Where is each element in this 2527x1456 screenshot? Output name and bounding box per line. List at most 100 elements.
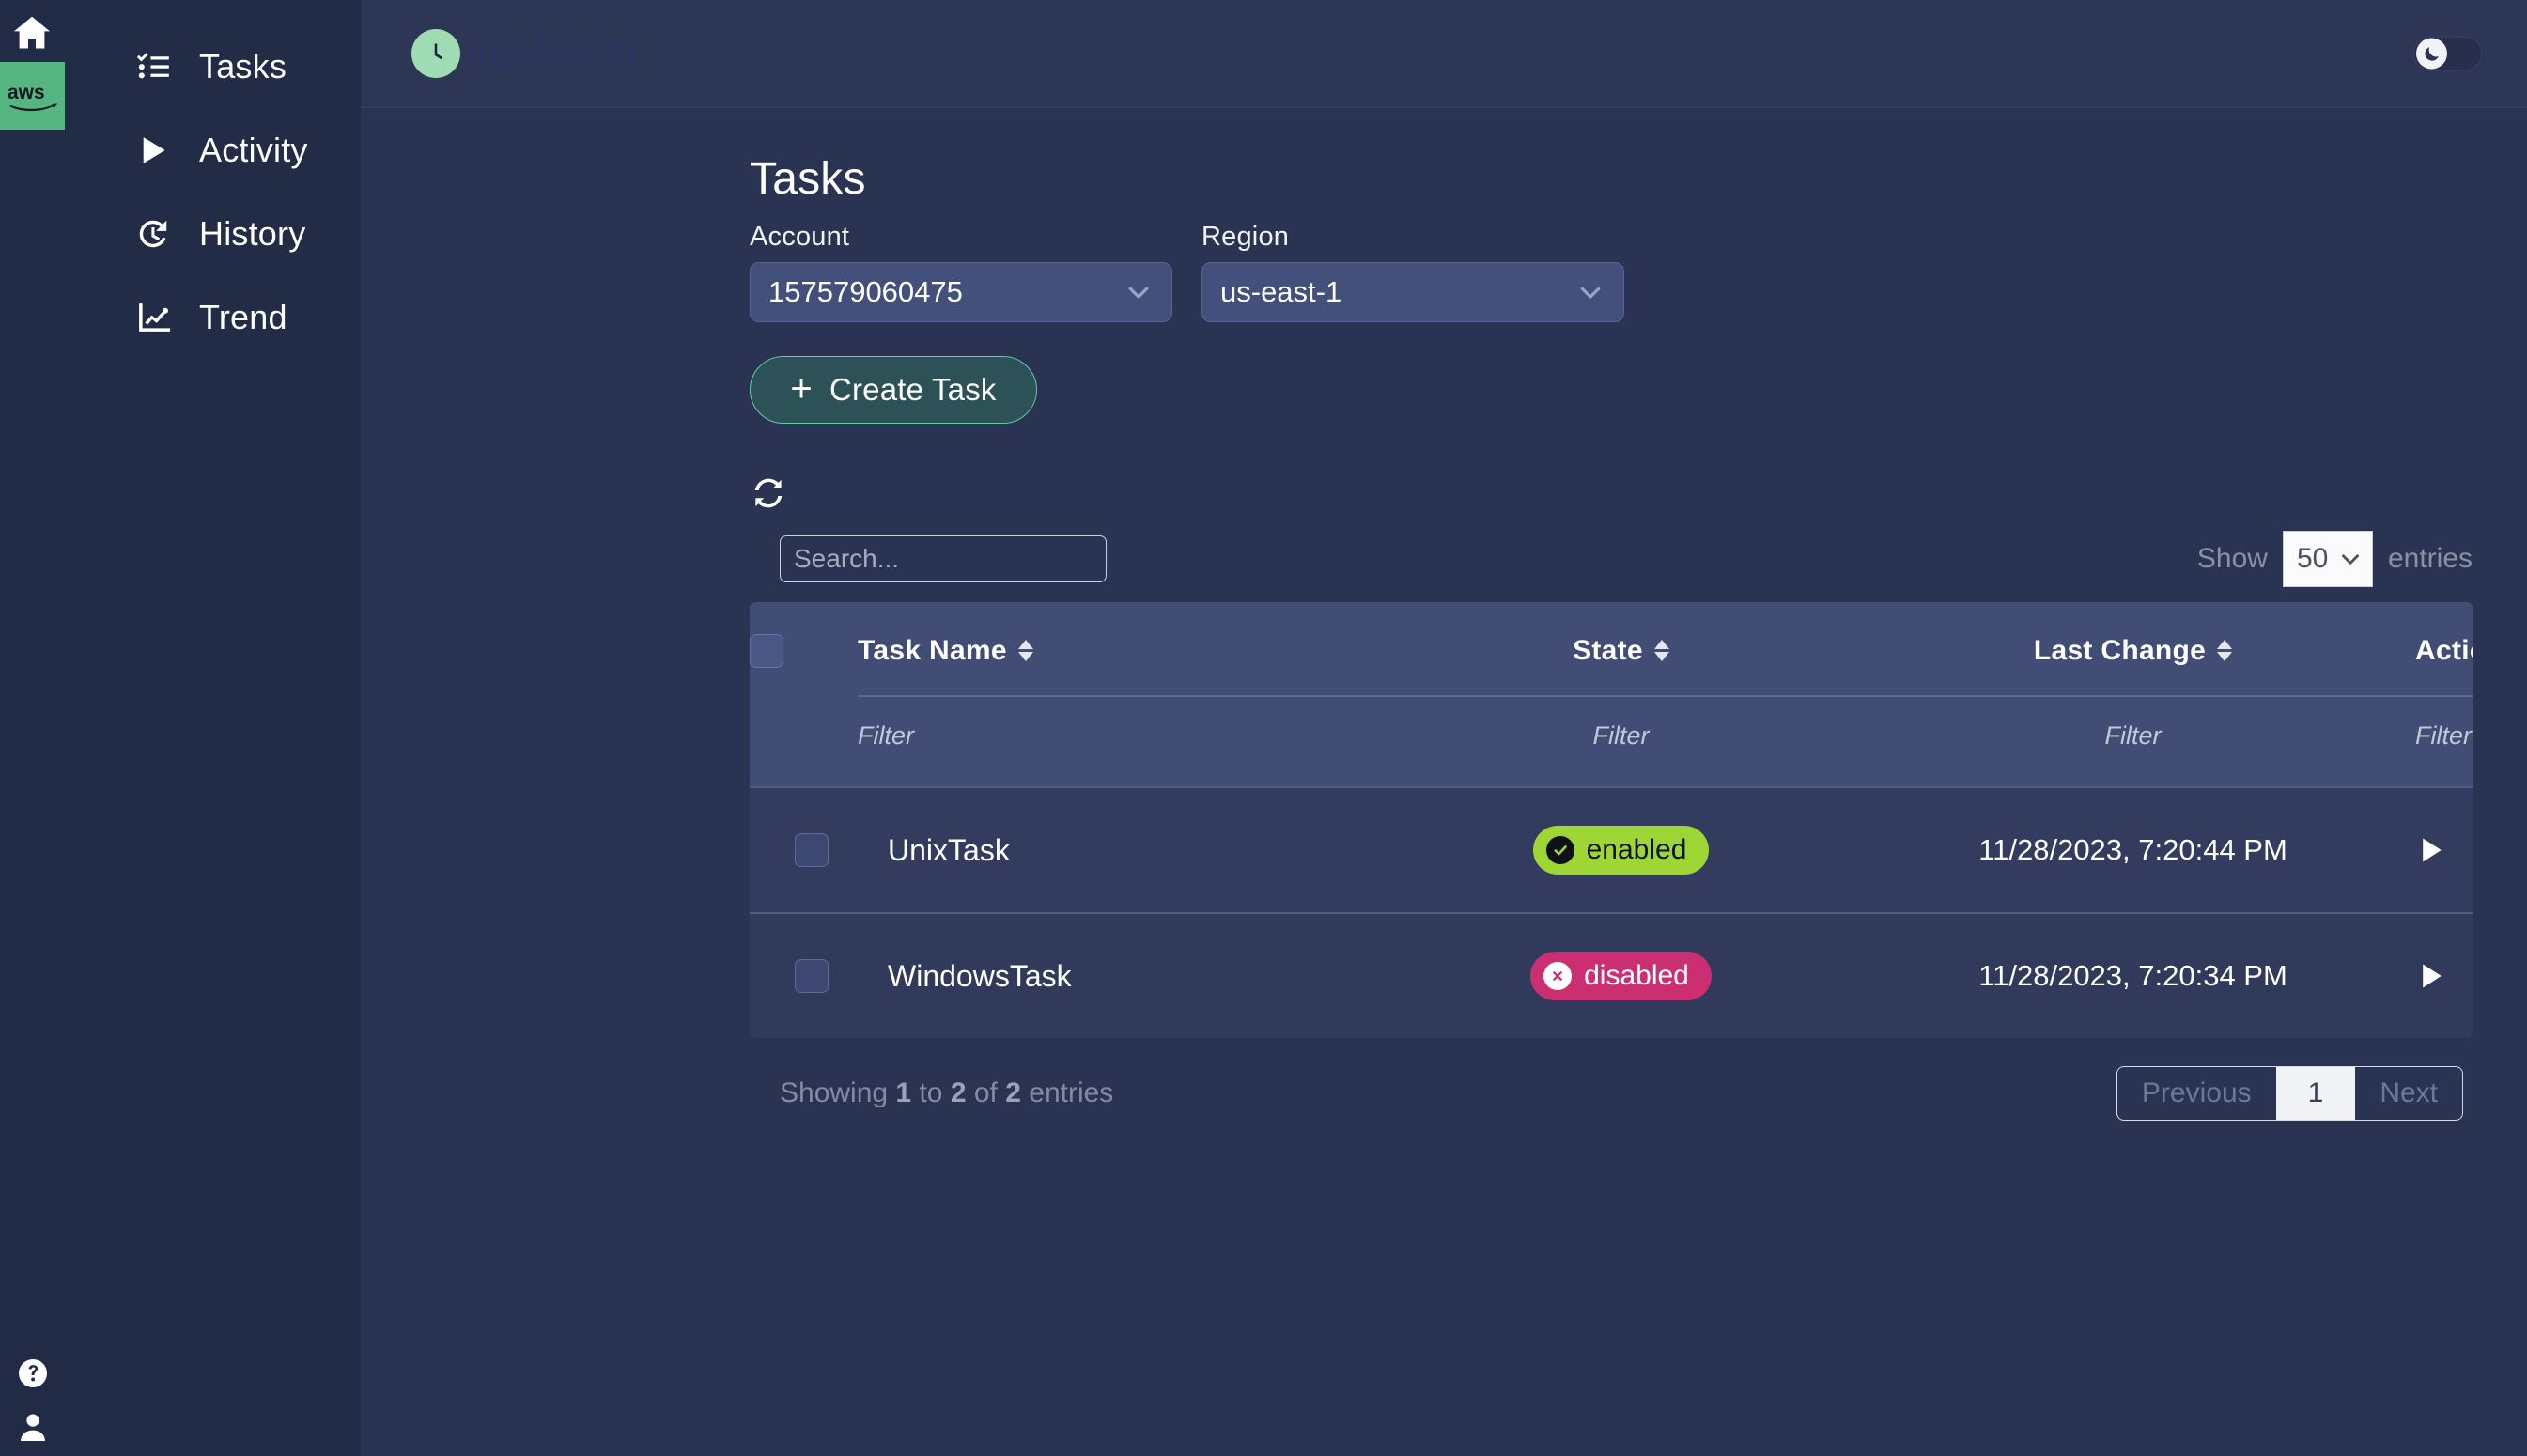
svg-text:aws: aws bbox=[8, 82, 45, 103]
region-selector-group: Region us-east-1 bbox=[1201, 222, 1624, 322]
create-task-label: Create Task bbox=[829, 372, 997, 408]
plus-icon: + bbox=[790, 370, 813, 408]
chevron-down-icon bbox=[1124, 278, 1153, 306]
entries-select-value: 50 bbox=[2297, 543, 2328, 575]
app-root: aws bbox=[0, 0, 2527, 1456]
pagination-page-1[interactable]: 1 bbox=[2276, 1067, 2356, 1120]
row-state-cell: disabled bbox=[1365, 913, 1877, 1038]
row-last-change-cell: 11/28/2023, 7:20:44 PM bbox=[1877, 787, 2389, 913]
sidebar-item-tasks[interactable]: Tasks bbox=[65, 24, 361, 108]
chevron-down-icon bbox=[1576, 278, 1605, 306]
x-circle-icon bbox=[1543, 962, 1572, 990]
entries-per-page-select[interactable]: 50 bbox=[2283, 531, 2373, 587]
row-select-cell bbox=[750, 913, 858, 1038]
filter-cell-state[interactable]: Filter bbox=[1365, 696, 1877, 787]
play-icon bbox=[133, 131, 173, 170]
column-header-state[interactable]: State bbox=[1365, 602, 1877, 696]
showing-prefix: Showing bbox=[780, 1077, 888, 1108]
rail-bottom-group bbox=[0, 1356, 65, 1448]
task-name: UnixTask bbox=[888, 833, 1010, 867]
region-select[interactable]: us-east-1 bbox=[1201, 262, 1624, 322]
filter-placeholder: Filter bbox=[858, 721, 914, 750]
column-header-actions[interactable]: Actions bbox=[2389, 602, 2473, 696]
table-row[interactable]: WindowsTask bbox=[750, 913, 2473, 1038]
home-icon[interactable] bbox=[4, 4, 60, 62]
table-head: Task Name State bbox=[750, 602, 2473, 787]
row-actions-cell bbox=[2389, 787, 2473, 913]
row-actions-cell bbox=[2389, 913, 2473, 1038]
row-task-name-cell: UnixTask bbox=[858, 787, 1365, 913]
row-checkbox[interactable] bbox=[795, 959, 829, 993]
row-task-name-cell: WindowsTask bbox=[858, 913, 1365, 1038]
column-label: State bbox=[1573, 635, 1643, 667]
status-badge-label: enabled bbox=[1587, 834, 1687, 866]
showing-from: 1 bbox=[895, 1077, 911, 1108]
sort-arrows-icon bbox=[1018, 640, 1033, 661]
user-icon[interactable] bbox=[16, 1410, 50, 1448]
filter-placeholder: Filter bbox=[1593, 721, 1650, 750]
table-footer: Showing 1 to 2 of 2 entries Previous 1 N… bbox=[750, 1038, 2473, 1121]
sidebar-nav: Tasks Activity History bbox=[65, 0, 361, 1456]
table-row[interactable]: UnixTask enabled bbox=[750, 787, 2473, 913]
region-select-value: us-east-1 bbox=[1220, 275, 1576, 309]
sidebar-item-trend[interactable]: Trend bbox=[65, 275, 361, 359]
history-clock-icon bbox=[133, 214, 173, 254]
selectors: Account 157579060475 Region u bbox=[750, 222, 2473, 322]
column-label: Actions bbox=[2415, 635, 2473, 667]
run-icon[interactable] bbox=[2415, 954, 2447, 998]
column-label: Last Change bbox=[2034, 635, 2206, 667]
showing-mid: to bbox=[919, 1077, 942, 1108]
row-select-cell bbox=[750, 787, 858, 913]
help-circle-icon[interactable] bbox=[16, 1356, 50, 1395]
sidebar-item-label: History bbox=[199, 214, 305, 254]
checklist-icon bbox=[133, 47, 173, 86]
sidebar-item-activity[interactable]: Activity bbox=[65, 108, 361, 192]
column-label: Task Name bbox=[858, 635, 1007, 667]
region-label: Region bbox=[1201, 222, 1624, 253]
sidebar-item-label: Activity bbox=[199, 131, 308, 170]
showing-suffix: entries bbox=[1029, 1077, 1113, 1108]
showing-of: of bbox=[974, 1077, 998, 1108]
content: Tasks Account 157579060475 bbox=[361, 108, 2527, 1456]
table-tools: Show 50 entries bbox=[750, 531, 2473, 587]
table-body: UnixTask enabled bbox=[750, 787, 2473, 1038]
column-header-last-change[interactable]: Last Change bbox=[1877, 602, 2389, 696]
chevron-down-icon bbox=[2338, 547, 2363, 571]
brand[interactable]: taskbatch bbox=[411, 29, 635, 78]
pagination-next[interactable]: Next bbox=[2355, 1067, 2462, 1120]
account-select-value: 157579060475 bbox=[768, 275, 1124, 309]
row-checkbox[interactable] bbox=[795, 833, 829, 867]
run-icon[interactable] bbox=[2415, 829, 2447, 872]
pagination-previous[interactable]: Previous bbox=[2117, 1067, 2276, 1120]
line-chart-icon bbox=[133, 298, 173, 337]
moon-icon bbox=[2416, 39, 2447, 70]
filter-placeholder: Filter bbox=[2105, 721, 2162, 750]
column-header-task-name[interactable]: Task Name bbox=[858, 602, 1365, 696]
page-title: Tasks bbox=[750, 153, 2473, 205]
filter-cell-actions[interactable]: Filter bbox=[2389, 696, 2473, 787]
showing-total: 2 bbox=[1005, 1077, 1021, 1108]
search-input[interactable] bbox=[780, 535, 1107, 582]
row-state-cell: enabled bbox=[1365, 787, 1877, 913]
showing-entries-text: Showing 1 to 2 of 2 entries bbox=[780, 1077, 1113, 1109]
sidebar-item-history[interactable]: History bbox=[65, 192, 361, 275]
create-task-button[interactable]: + Create Task bbox=[750, 356, 1037, 424]
showing-to: 2 bbox=[951, 1077, 967, 1108]
sort-arrows-icon bbox=[2217, 640, 2232, 661]
dark-mode-toggle[interactable] bbox=[2413, 37, 2482, 71]
check-circle-icon bbox=[1546, 836, 1574, 864]
filter-cell-task-name[interactable]: Filter bbox=[858, 696, 1365, 787]
select-all-checkbox[interactable] bbox=[750, 634, 783, 668]
table-filter-row: Filter Filter Filter Filte bbox=[750, 696, 2473, 787]
status-badge: enabled bbox=[1533, 826, 1710, 875]
refresh-icon[interactable] bbox=[750, 474, 787, 512]
account-select[interactable]: 157579060475 bbox=[750, 262, 1172, 322]
select-all-header bbox=[750, 602, 858, 696]
row-last-change-cell: 11/28/2023, 7:20:34 PM bbox=[1877, 913, 2389, 1038]
aws-logo[interactable]: aws bbox=[0, 62, 65, 130]
brand-text: taskbatch bbox=[466, 34, 635, 74]
status-badge: disabled bbox=[1530, 952, 1712, 1000]
filter-cell-last-change[interactable]: Filter bbox=[1877, 696, 2389, 787]
show-entries-group: Show 50 entries bbox=[2197, 531, 2473, 587]
main-area: taskbatch Tasks Account bbox=[361, 0, 2527, 1456]
